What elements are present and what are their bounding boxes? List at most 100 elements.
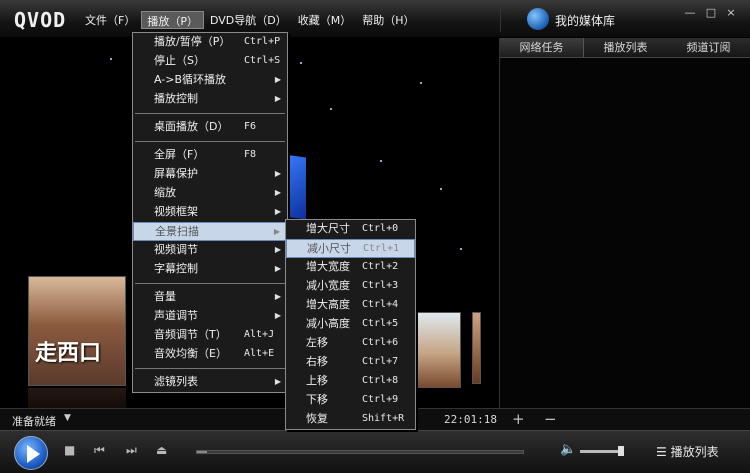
play-menu-item[interactable]: 桌面播放（D） F6 [133,118,287,137]
volume-slider-handle[interactable] [618,446,624,456]
control-bar: ■ ⏮ ⏭ ⏏ 🔈 ☰ 播放列表 [0,430,750,473]
pan-scan-item[interactable]: 左移 Ctrl+6 [286,334,415,353]
pan-scan-item[interactable]: 减小高度 Ctrl+5 [286,315,415,334]
stop-icon[interactable]: ■ [64,443,75,457]
menu-item-label: 播放/暂停（P） [154,35,231,48]
menu-help[interactable]: 帮助（H） [357,11,419,29]
menu-item-shortcut: Ctrl+3 [362,280,399,291]
play-menu-item[interactable]: 缩放 ▶ [133,184,287,203]
menu-item-label: 缩放 [154,186,176,199]
tab-playlist[interactable]: 播放列表 [584,38,667,57]
play-icon [27,445,40,463]
video-thumbnail-left[interactable]: 走西口 [28,276,126,386]
menu-item-shortcut: Ctrl+0 [362,223,399,234]
minimize-icon[interactable]: — [683,6,697,20]
app-logo: QVOD [14,8,67,32]
tab-network-tasks[interactable]: 网络任务 [500,38,584,57]
submenu-arrow-icon: ▶ [274,169,281,178]
playlist-button[interactable]: ☰ 播放列表 [656,443,719,460]
menu-item-shortcut: Ctrl+P [244,36,281,47]
submenu-arrow-icon: ▶ [274,311,281,320]
menu-item-shortcut: Ctrl+2 [362,261,399,272]
menu-item-label: 下移 [306,393,328,406]
menu-dvd-navigation[interactable]: DVD导航（D） [205,11,292,29]
menu-item-shortcut: Shift+R [362,413,405,424]
star [300,62,302,64]
play-menu-item[interactable]: 屏幕保护 ▶ [133,165,287,184]
menu-item-label: 滤镜列表 [154,375,198,388]
pan-scan-item[interactable]: 恢复 Shift+R [286,410,415,429]
previous-icon[interactable]: ⏮ [94,443,105,458]
side-panel: 网络任务 播放列表 频道订阅 [500,38,750,408]
play-menu-item[interactable]: 播放控制 ▶ [133,90,287,109]
menu-item-label: 左移 [306,336,328,349]
play-menu-item[interactable]: 视频框架 ▶ [133,203,287,222]
menu-separator [135,368,285,369]
submenu-arrow-icon: ▶ [274,75,281,84]
play-button[interactable] [14,436,48,470]
tab-channel-subscriptions[interactable]: 频道订阅 [667,38,750,57]
menu-item-label: 视频调节 [154,243,198,256]
star [110,58,112,60]
submenu-arrow-icon: ▶ [274,245,281,254]
menu-item-shortcut: Ctrl+S [244,55,281,66]
menu-item-shortcut: Ctrl+8 [362,375,399,386]
submenu-arrow-icon: ▶ [274,377,281,386]
add-icon[interactable]: + [512,410,525,428]
playlist-button-label: 播放列表 [670,445,719,459]
play-menu-item[interactable]: 视频调节 ▶ [133,241,287,260]
play-menu-item[interactable]: 全屏（F） F8 [133,146,287,165]
pan-scan-item[interactable]: 增大高度 Ctrl+4 [286,296,415,315]
menu-item-label: 增大尺寸 [306,222,350,235]
pan-scan-item[interactable]: 上移 Ctrl+8 [286,372,415,391]
menu-item-shortcut: Ctrl+4 [362,299,399,310]
play-menu-item[interactable]: 音效均衡（E） Alt+E [133,345,287,364]
menu-item-label: 音量 [154,290,176,303]
remove-icon[interactable]: − [544,410,557,428]
play-menu-item[interactable]: 声道调节 ▶ [133,307,287,326]
menu-item-label: 播放控制 [154,92,198,105]
submenu-arrow-icon: ▶ [274,264,281,273]
play-menu-item[interactable]: 全景扫描 ▶ [133,222,287,241]
menu-item-shortcut: Ctrl+7 [362,356,399,367]
menu-item-label: 视频框架 [154,205,198,218]
eject-icon[interactable]: ⏏ [156,443,167,457]
menu-item-label: 右移 [306,355,328,368]
play-menu-item[interactable]: 停止（S） Ctrl+S [133,52,287,71]
menu-item-label: A->B循环播放 [154,73,227,86]
menu-item-label: 桌面播放（D） [154,120,229,133]
menu-file[interactable]: 文件（F） [80,11,140,29]
menu-item-shortcut: F8 [244,149,257,160]
close-icon[interactable]: × [724,6,738,20]
star [420,82,422,84]
pan-scan-item[interactable]: 减小尺寸 Ctrl+1 [286,239,415,258]
poster-caption: 走西口 [35,340,102,366]
submenu-arrow-icon: ▶ [274,207,281,216]
menu-item-label: 全景扫描 [155,225,199,238]
pan-scan-item[interactable]: 右移 Ctrl+7 [286,353,415,372]
play-menu-item[interactable]: 字幕控制 ▶ [133,260,287,279]
menu-separator [135,113,285,114]
pan-scan-item[interactable]: 下移 Ctrl+9 [286,391,415,410]
menu-item-label: 音效均衡（E） [154,347,227,360]
play-menu-item[interactable]: 播放/暂停（P） Ctrl+P [133,33,287,52]
play-menu-item[interactable]: 滤镜列表 ▶ [133,373,287,392]
play-menu-item[interactable]: A->B循环播放 ▶ [133,71,287,90]
video-thumbnail-right[interactable] [416,312,461,388]
play-menu-item[interactable]: 音量 ▶ [133,288,287,307]
volume-icon[interactable]: 🔈 [560,442,576,457]
pan-scan-item[interactable]: 减小宽度 Ctrl+3 [286,277,415,296]
menu-favorites[interactable]: 收藏（M） [293,11,357,29]
restore-icon[interactable]: □ [704,6,718,20]
menu-play[interactable]: 播放（P） [141,11,204,29]
seek-bar[interactable] [196,450,524,454]
pan-scan-submenu: 增大尺寸 Ctrl+0 减小尺寸 Ctrl+1 增大宽度 Ctrl+2 减小宽度 Ctrl+3… [285,219,416,430]
pan-scan-item[interactable]: 增大宽度 Ctrl+2 [286,258,415,277]
pan-scan-item[interactable]: 增大尺寸 Ctrl+0 [286,220,415,239]
play-menu-item[interactable]: 音频调节（T） Alt+J [133,326,287,345]
status-dropdown-icon[interactable]: ▼ [64,413,71,423]
next-icon[interactable]: ⏭ [126,443,137,458]
submenu-arrow-icon: ▶ [273,227,280,236]
media-library-button[interactable]: 我的媒体库 [500,6,632,32]
menu-item-label: 上移 [306,374,328,387]
